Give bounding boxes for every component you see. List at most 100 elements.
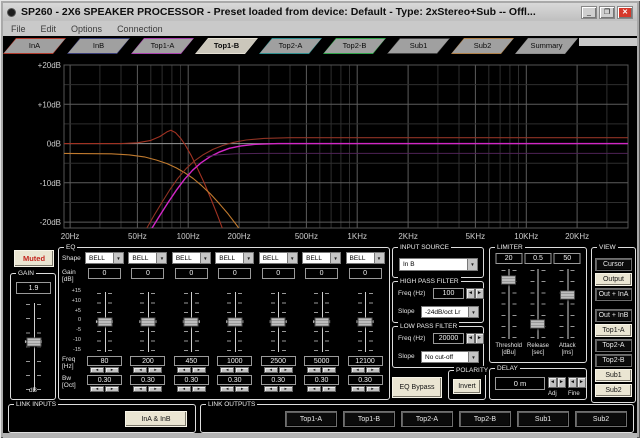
link-output-button[interactable]: Sub2 [575,411,627,427]
spin-right-icon[interactable]: ► [279,367,293,373]
spin-left-icon[interactable]: ◄ [90,367,104,373]
channel-tab[interactable]: Sub1 [387,38,450,54]
eq-bw-value[interactable]: 0.30 [174,375,209,385]
eq-shape-combo[interactable]: BELL ▼ [259,252,298,264]
link-inputs-button[interactable]: InA & InB [125,411,187,427]
channel-tab[interactable]: Top1-A [131,38,194,54]
minimize-icon[interactable]: _ [581,6,597,19]
eq-gain-slider[interactable]: ► ◄ [227,291,242,353]
close-icon[interactable]: ✕ [617,6,633,19]
spin-right-icon[interactable]: ► [235,367,249,373]
spin-left-icon[interactable]: ◄ [264,386,278,392]
menu-item[interactable]: Edit [41,24,57,34]
limiter-slider[interactable] [560,268,575,340]
spin-left-icon[interactable]: ◄ [307,367,321,373]
eq-slider-thumb[interactable] [140,318,155,327]
eq-slider-thumb[interactable] [314,318,329,327]
link-output-button[interactable]: Top1-B [343,411,395,427]
eq-shape-combo[interactable]: BELL ▼ [346,252,385,264]
view-toggle-button[interactable]: Sub2 [595,384,632,397]
channel-tab[interactable]: Top2-A [259,38,322,54]
chevron-down-icon[interactable]: ▼ [330,253,340,263]
spin-left-icon[interactable]: ◄ [568,377,577,388]
eq-gain-slider[interactable]: ► ◄ [271,291,286,353]
hpf-freq-value[interactable]: 100 [433,288,464,299]
spin-left-icon[interactable]: ◄ [548,377,557,388]
eq-gain-value[interactable]: 0 [349,268,382,279]
spin-right-icon[interactable]: ► [279,386,293,392]
view-toggle-button[interactable]: Cursor [595,258,632,271]
spin-left-icon[interactable]: ◄ [466,333,475,344]
eq-shape-combo[interactable]: BELL ▼ [302,252,341,264]
eq-freq-value[interactable]: 2500 [261,356,296,366]
eq-shape-combo[interactable]: BELL ▼ [215,252,254,264]
spin-right-icon[interactable]: ► [557,377,566,388]
eq-slider-thumb[interactable] [184,318,199,327]
chevron-down-icon[interactable]: ▼ [287,253,297,263]
eq-slider-thumb[interactable] [97,318,112,327]
eq-bw-value[interactable]: 0.30 [348,375,383,385]
eq-gain-slider[interactable]: ► ◄ [140,291,155,353]
eq-bw-value[interactable]: 0.30 [130,375,165,385]
spin-right-icon[interactable]: ► [192,367,206,373]
spin-left-icon[interactable]: ◄ [220,367,234,373]
gain-slider-thumb[interactable] [26,337,41,346]
spin-left-icon[interactable]: ◄ [220,386,234,392]
chevron-down-icon[interactable]: ▼ [156,253,166,263]
eq-gain-value[interactable]: 0 [262,268,295,279]
eq-gain-slider[interactable]: ► ◄ [314,291,329,353]
eq-gain-value[interactable]: 0 [305,268,338,279]
spin-right-icon[interactable]: ► [148,386,162,392]
spin-right-icon[interactable]: ► [577,377,586,388]
spin-right-icon[interactable]: ► [322,367,336,373]
spin-left-icon[interactable]: ◄ [177,386,191,392]
polarity-invert-button[interactable]: Invert [453,379,481,394]
spin-left-icon[interactable]: ◄ [177,367,191,373]
maximize-icon[interactable]: ❐ [599,6,615,19]
lpf-freq-value[interactable]: 20000 [433,333,464,344]
eq-freq-value[interactable]: 1000 [217,356,252,366]
input-source-combo[interactable]: In B ▼ [399,258,478,271]
view-toggle-button[interactable]: Top1-A [595,324,632,337]
channel-tab[interactable]: InB [67,38,130,54]
delay-value[interactable]: 0 m [495,377,545,390]
menu-item[interactable]: Connection [117,24,163,34]
limiter-slider-thumb[interactable] [501,275,516,284]
menu-item[interactable]: File [11,24,26,34]
eq-shape-combo[interactable]: BELL ▼ [128,252,167,264]
spin-right-icon[interactable]: ► [322,386,336,392]
chevron-down-icon[interactable]: ▼ [113,253,123,263]
eq-gain-value[interactable]: 0 [218,268,251,279]
eq-gain-value[interactable]: 0 [88,268,121,279]
view-toggle-button[interactable]: Sub1 [595,369,632,382]
spin-right-icon[interactable]: ► [475,333,484,344]
limiter-slider-thumb[interactable] [560,291,575,300]
eq-bw-value[interactable]: 0.30 [87,375,122,385]
channel-tab[interactable]: Summary [515,38,578,54]
link-output-button[interactable]: Top2-A [401,411,453,427]
spin-left-icon[interactable]: ◄ [351,367,365,373]
chevron-down-icon[interactable]: ▼ [467,259,477,270]
chevron-down-icon[interactable]: ▼ [468,352,478,362]
menu-item[interactable]: Options [71,24,102,34]
eq-freq-value[interactable]: 200 [130,356,165,366]
spin-right-icon[interactable]: ► [366,386,380,392]
eq-freq-value[interactable]: 80 [87,356,122,366]
limiter-slider-thumb[interactable] [530,320,545,329]
spin-left-icon[interactable]: ◄ [133,367,147,373]
link-output-button[interactable]: Top2-B [459,411,511,427]
channel-tab[interactable]: Sub2 [451,38,514,54]
spin-left-icon[interactable]: ◄ [264,367,278,373]
spin-left-icon[interactable]: ◄ [133,386,147,392]
chevron-down-icon[interactable]: ▼ [374,253,384,263]
spin-left-icon[interactable]: ◄ [307,386,321,392]
eq-gain-slider[interactable]: ► ◄ [358,291,373,353]
hpf-slope-combo[interactable]: -24dB/oct Lr ▼ [421,306,479,318]
eq-bw-value[interactable]: 0.30 [304,375,339,385]
gain-slider[interactable]: ► ◄ [26,302,41,392]
eq-bw-value[interactable]: 0.30 [217,375,252,385]
limiter-slider[interactable] [501,268,516,340]
link-output-button[interactable]: Sub1 [517,411,569,427]
channel-tab[interactable]: Top1-B [195,38,258,54]
lpf-slope-combo[interactable]: No cut-off ▼ [421,351,479,363]
